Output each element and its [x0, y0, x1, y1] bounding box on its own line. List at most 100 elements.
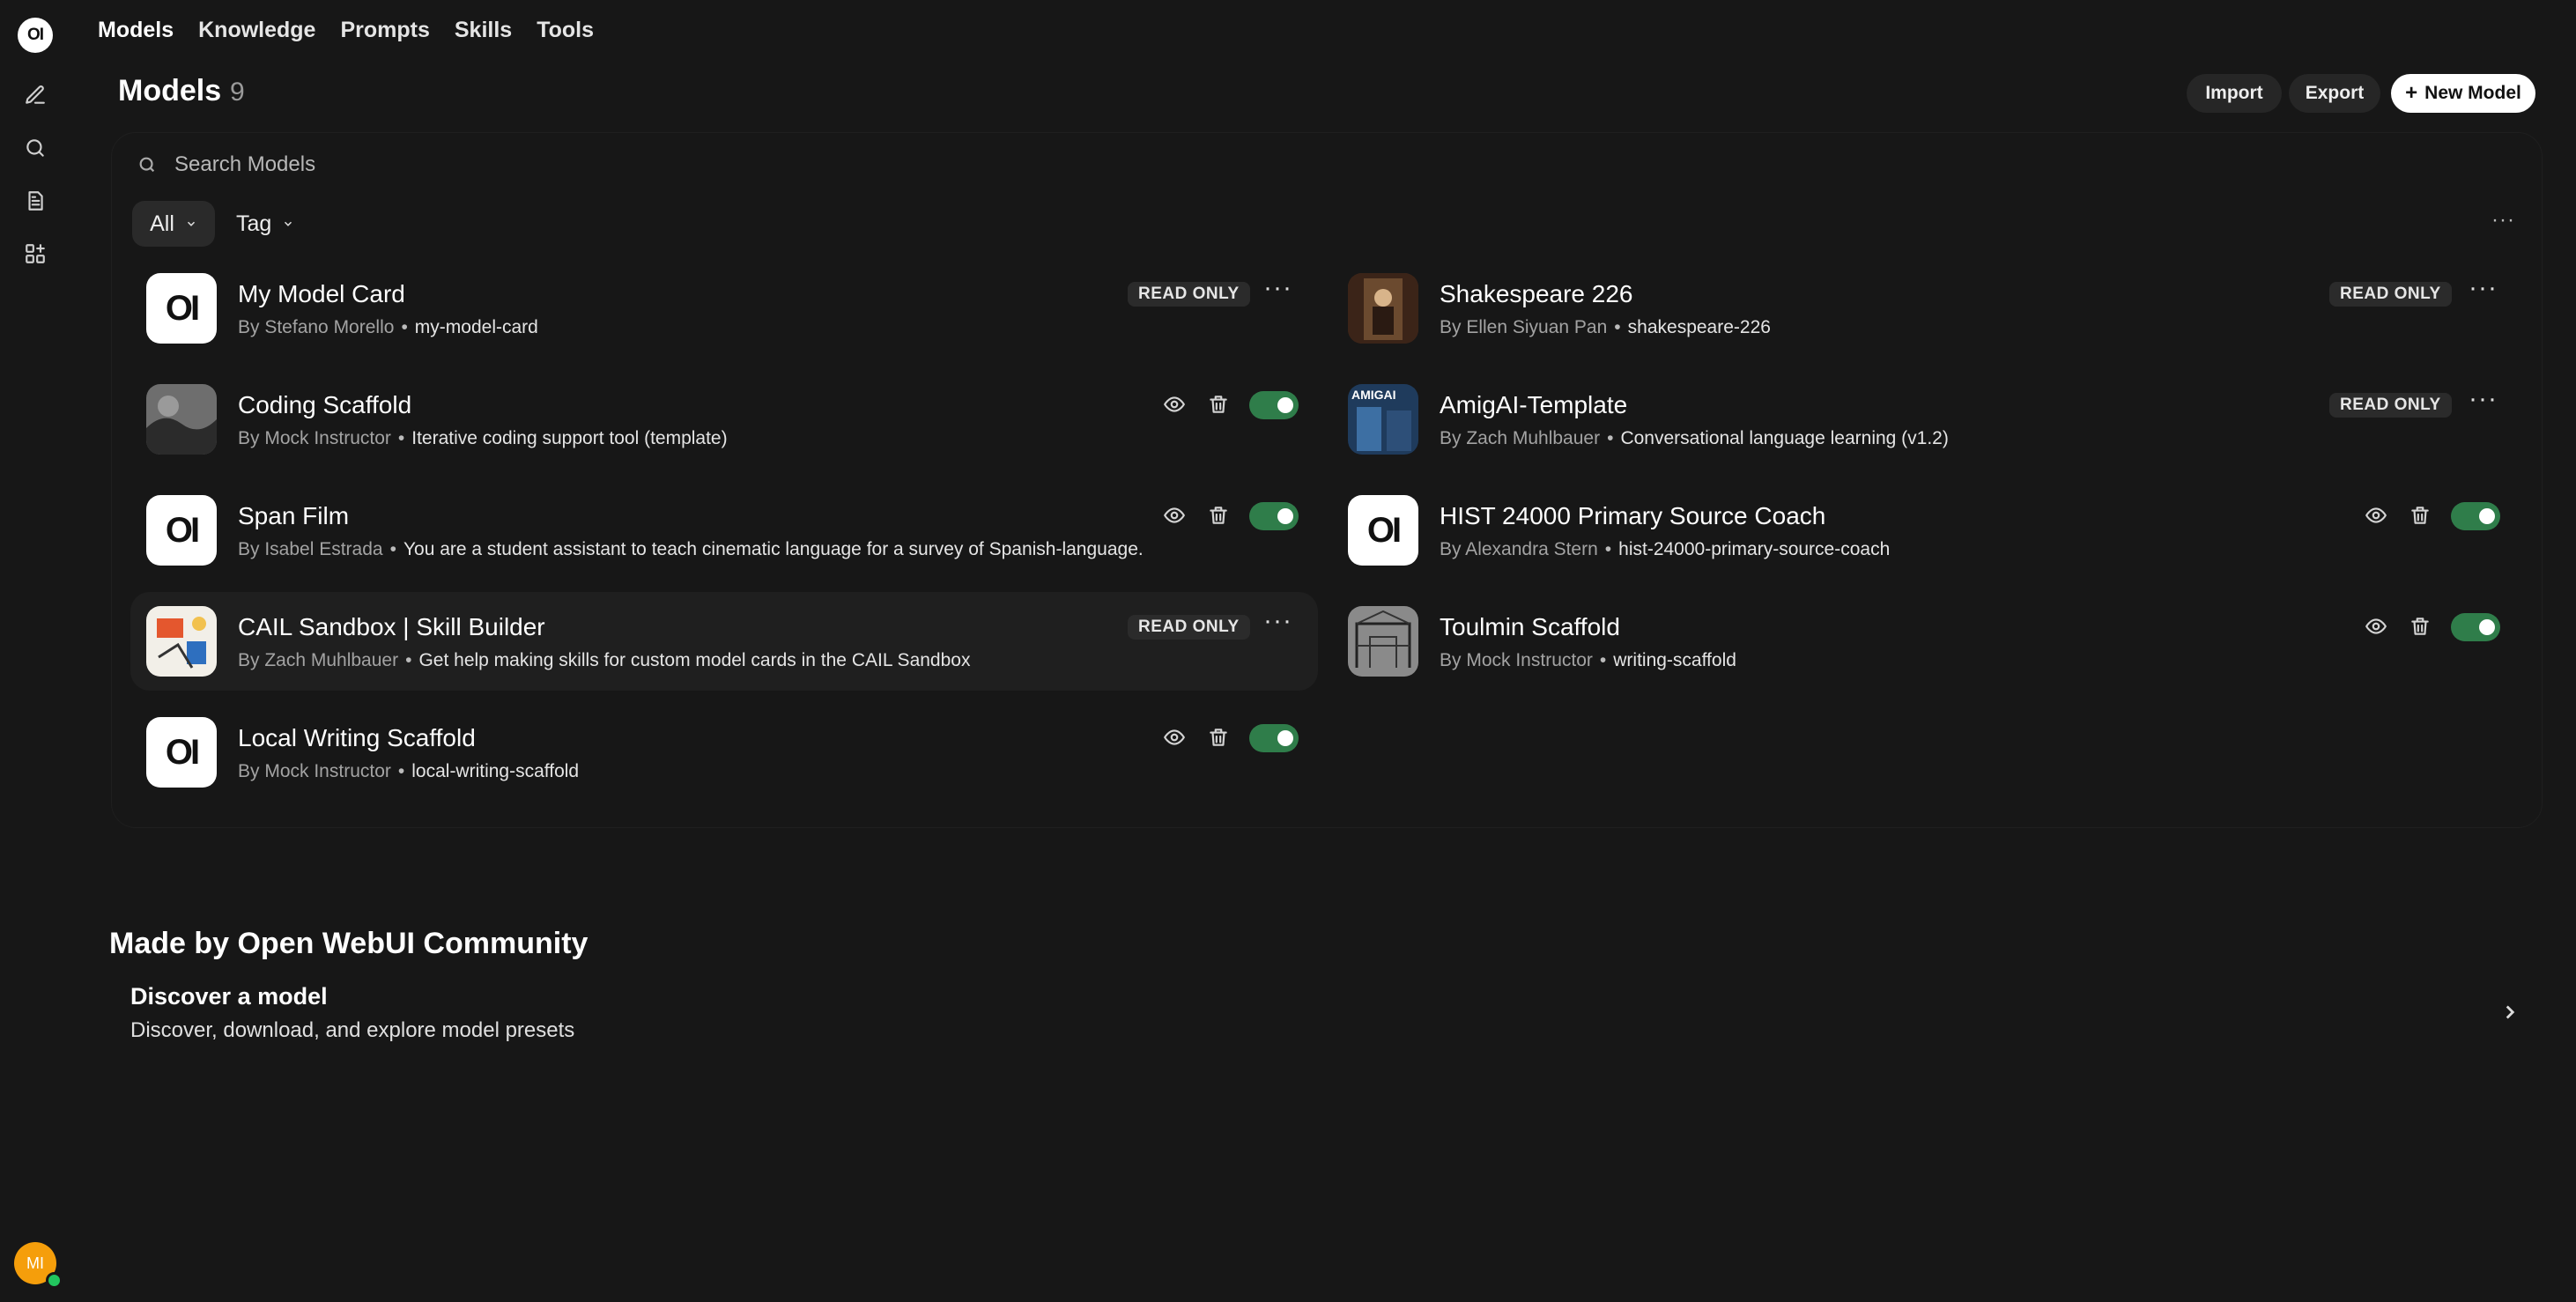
trash-icon[interactable]	[2409, 615, 2433, 640]
sidebar-rail: OI MI	[0, 0, 70, 1302]
model-author: By Stefano Morello	[238, 317, 395, 337]
model-meta: By Ellen Siyuan Pan • shakespeare-226	[1440, 317, 1771, 337]
filter-tag-dropdown[interactable]: Tag	[236, 201, 294, 247]
model-name: Shakespeare 226	[1440, 280, 1633, 307]
chevron-right-icon[interactable]	[2498, 1001, 2521, 1024]
discover-model-link[interactable]: Discover a model	[130, 983, 328, 1010]
model-author: By Zach Muhlbauer	[238, 650, 399, 670]
tab-tools[interactable]: Tools	[537, 18, 594, 43]
more-options-icon[interactable]: ···	[2469, 384, 2498, 414]
model-name: AmigAI-Template	[1440, 391, 1628, 418]
panel-more-icon[interactable]: ···	[2491, 208, 2515, 233]
model-author: By Isabel Estrada	[238, 539, 383, 559]
model-thumbnail: OI	[146, 717, 217, 788]
model-detail: writing-scaffold	[1613, 650, 1736, 670]
read-only-badge: READ ONLY	[2329, 393, 2452, 418]
model-detail: Conversational language learning (v1.2)	[1620, 428, 1949, 448]
model-card[interactable]: OI Span Film By Isabel Estrada • You are a…	[130, 481, 1318, 580]
eye-icon[interactable]	[1163, 393, 1188, 418]
workspace-tabs: Models Knowledge Prompts Skills Tools	[98, 18, 594, 43]
model-detail: Get help making skills for custom model …	[418, 650, 971, 670]
model-card[interactable]: AMIGAI AmigAI-Template By Zach Muhlbauer…	[1332, 370, 2520, 469]
model-meta: By Mock Instructor • local-writing-scaffol…	[238, 761, 580, 781]
sketch-thumbnail	[146, 606, 217, 677]
model-meta: By Zach Muhlbauer • Conversational languag…	[1440, 428, 1949, 448]
tab-skills[interactable]: Skills	[455, 18, 512, 43]
community-heading: Made by Open WebUI Community	[109, 927, 588, 960]
more-options-icon[interactable]: ···	[1263, 273, 1292, 303]
model-meta: By Isabel Estrada • You are a student assi…	[238, 539, 1144, 559]
model-author: By Mock Instructor	[1440, 650, 1593, 670]
amigai-thumbnail: AMIGAI	[1348, 384, 1418, 455]
plus-icon: +	[2405, 81, 2418, 105]
model-detail: Iterative coding support tool (template)	[411, 428, 728, 448]
tab-models[interactable]: Models	[98, 18, 174, 43]
model-card[interactable]: CAIL Sandbox | Skill Builder By Zach Muh…	[130, 592, 1318, 691]
chevron-down-icon	[285, 221, 292, 226]
trash-icon[interactable]	[1207, 393, 1232, 418]
filter-all-label: All	[150, 211, 174, 236]
eye-icon[interactable]	[1163, 726, 1188, 751]
model-detail: local-writing-scaffold	[411, 761, 580, 781]
search-icon[interactable]	[21, 134, 49, 162]
enable-toggle[interactable]	[1249, 502, 1299, 530]
grayscale-photo-thumbnail	[146, 384, 217, 455]
enable-toggle[interactable]	[2451, 502, 2500, 530]
open-webui-logo[interactable]: OI	[18, 18, 53, 53]
workspace-icon[interactable]	[21, 240, 49, 268]
model-detail: my-model-card	[414, 317, 538, 337]
model-thumbnail: OI	[1348, 495, 1418, 566]
model-thumbnail: OI	[146, 273, 217, 344]
more-options-icon[interactable]: ···	[1263, 606, 1292, 636]
enable-toggle[interactable]	[1249, 724, 1299, 752]
chevron-down-icon	[187, 221, 195, 226]
notes-icon[interactable]	[21, 187, 49, 215]
trash-icon[interactable]	[2409, 504, 2433, 529]
model-meta: By Mock Instructor • writing-scaffold	[1440, 650, 1736, 670]
model-card[interactable]: Coding Scaffold By Mock Instructor • Itera…	[130, 370, 1318, 469]
new-chat-icon[interactable]	[21, 81, 49, 109]
filter-tag-label: Tag	[236, 211, 272, 236]
more-options-icon[interactable]: ···	[2469, 273, 2498, 303]
model-author: By Ellen Siyuan Pan	[1440, 317, 1608, 337]
model-name: Toulmin Scaffold	[1440, 613, 1620, 640]
eye-icon[interactable]	[2365, 615, 2389, 640]
enable-toggle[interactable]	[2451, 613, 2500, 641]
search-input[interactable]	[173, 152, 969, 178]
model-card[interactable]: OI My Model Card By Stefano Morello • my-m…	[130, 259, 1318, 358]
export-button[interactable]: Export	[2289, 74, 2380, 113]
model-detail: shakespeare-226	[1627, 317, 1771, 337]
model-count: 9	[230, 78, 245, 107]
model-detail: You are a student assistant to teach cin…	[403, 539, 1144, 559]
model-author: By Mock Instructor	[238, 761, 391, 781]
tab-knowledge[interactable]: Knowledge	[198, 18, 315, 43]
enable-toggle[interactable]	[1249, 391, 1299, 419]
eye-icon[interactable]	[1163, 504, 1188, 529]
model-thumbnail: OI	[146, 495, 217, 566]
read-only-badge: READ ONLY	[2329, 282, 2452, 307]
model-card[interactable]: Toulmin Scaffold By Mock Instructor • writ…	[1332, 592, 2520, 691]
tab-prompts[interactable]: Prompts	[340, 18, 429, 43]
building-sketch-thumbnail	[1348, 606, 1418, 677]
model-meta: By Stefano Morello • my-model-card	[238, 317, 538, 337]
model-detail: hist-24000-primary-source-coach	[1618, 539, 1891, 559]
trash-icon[interactable]	[1207, 726, 1232, 751]
discover-model-subtitle: Discover, download, and explore model pr…	[130, 1018, 575, 1042]
read-only-badge: READ ONLY	[1128, 615, 1250, 640]
thumbnail-text: AMIGAI	[1351, 388, 1396, 402]
import-button[interactable]: Import	[2187, 74, 2282, 113]
trash-icon[interactable]	[1207, 504, 1232, 529]
eye-icon[interactable]	[2365, 504, 2389, 529]
model-meta: By Alexandra Stern • hist-24000-primary-so…	[1440, 539, 1891, 559]
search-bar	[137, 152, 969, 178]
model-author: By Alexandra Stern	[1440, 539, 1598, 559]
online-status-dot	[46, 1272, 63, 1289]
model-author: By Mock Instructor	[238, 428, 391, 448]
model-card[interactable]: OI Local Writing Scaffold By Mock Instru…	[130, 703, 1318, 802]
model-card[interactable]: Shakespeare 226 By Ellen Siyuan Pan • shak…	[1332, 259, 2520, 358]
read-only-badge: READ ONLY	[1128, 282, 1250, 307]
model-name: Coding Scaffold	[238, 391, 412, 418]
filter-all-dropdown[interactable]: All	[132, 201, 215, 247]
model-card[interactable]: OI HIST 24000 Primary Source Coach By Al…	[1332, 481, 2520, 580]
new-model-button[interactable]: + New Model	[2391, 74, 2535, 113]
